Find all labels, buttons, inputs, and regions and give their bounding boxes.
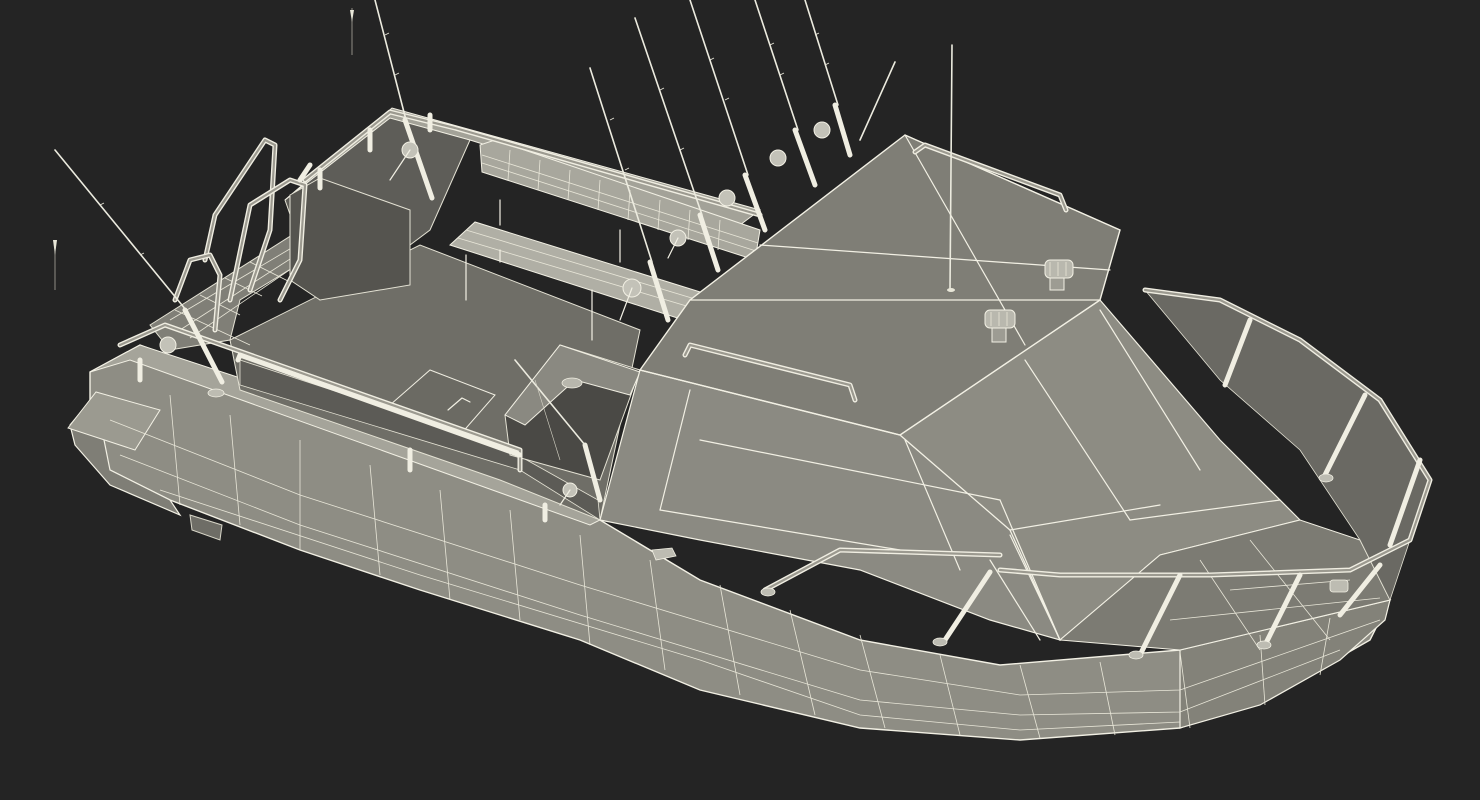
fishing-rod-6 <box>859 61 896 141</box>
fishing-rod-3 <box>689 0 749 176</box>
boat-render <box>53 0 1433 741</box>
fishing-rod-8 <box>54 149 187 311</box>
fishing-rod-7 <box>374 0 407 121</box>
fishing-rod-2 <box>754 0 799 131</box>
midship-cleat <box>651 547 677 561</box>
render-viewport <box>0 0 1480 800</box>
bow-cleat <box>1329 579 1349 593</box>
fishing-rod-1 <box>804 0 839 106</box>
